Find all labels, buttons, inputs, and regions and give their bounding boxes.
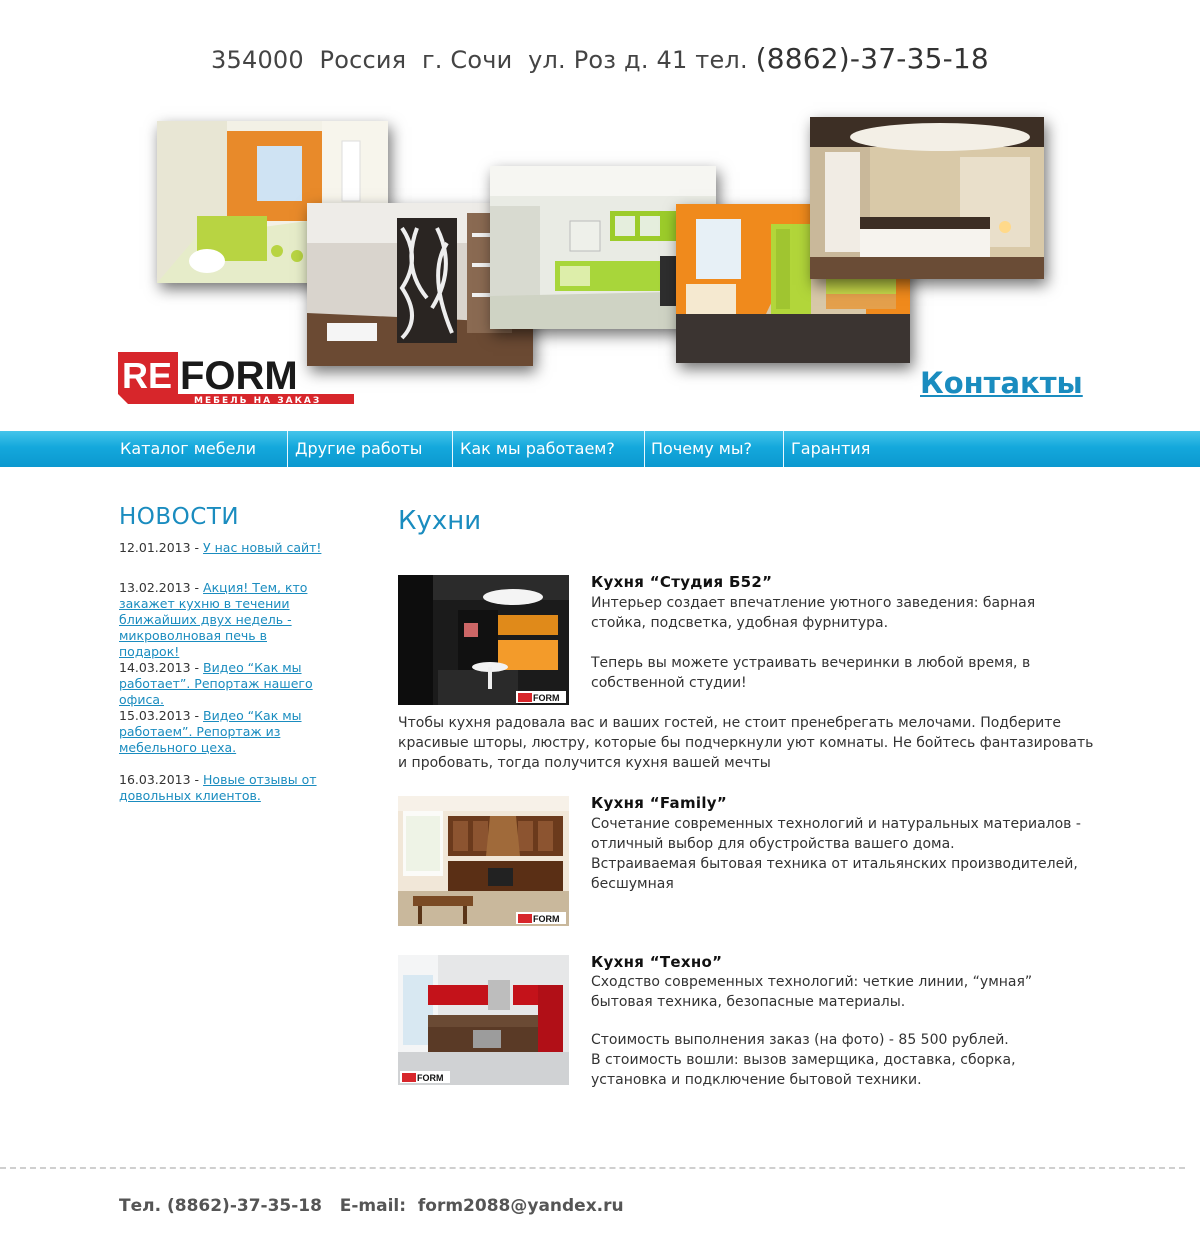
kitchen-description: Встраиваемая бытовая техника от итальянс…	[591, 856, 1078, 892]
kitchen-description: Теперь вы можете устраивать вечеринки в …	[591, 655, 1031, 691]
kitchen-photo-family[interactable]: FORM	[398, 796, 569, 926]
address-text: 354000 Россия г. Сочи ул. Роз д. 41 тел.	[211, 46, 756, 74]
page-title: Кухни	[398, 506, 482, 536]
nav-guarantee[interactable]: Гарантия	[791, 431, 870, 467]
news-item: 13.02.2013 - Акция! Тем, кто закажет кух…	[119, 580, 329, 660]
news-date: 16.03.2013 -	[119, 772, 204, 787]
nav-why-us[interactable]: Почему мы?	[651, 431, 752, 467]
news-date: 14.03.2013 -	[119, 660, 204, 675]
kitchen-photo-techno[interactable]: FORM	[398, 955, 569, 1085]
reform-logo[interactable]: RE FORM МЕБЕЛЬ НА ЗАКАЗ	[118, 352, 358, 404]
footer-phone: (8862)-37-35-18	[166, 1196, 322, 1216]
kitchen-description: Чтобы кухня радовала вас и ваших гостей,…	[398, 715, 1094, 771]
header-address: 354000 Россия г. Сочи ул. Роз д. 41 тел.…	[0, 42, 1200, 75]
nav-catalog[interactable]: Каталог мебели	[120, 431, 256, 467]
kitchen-description: Сходство современных технологий: четкие …	[591, 974, 1033, 1010]
news-title: НОВОСТИ	[119, 504, 240, 530]
kitchen-description: Стоимость выполнения заказ (на фото) - 8…	[591, 1032, 1009, 1048]
main-nav: Каталог мебели Другие работы Как мы рабо…	[0, 431, 1200, 467]
footer-divider	[0, 1167, 1185, 1169]
news-item: 12.01.2013 - У нас новый сайт!	[119, 540, 359, 556]
header-phone: (8862)-37-35-18	[755, 42, 989, 75]
kitchen-title: Кухня “Студия Б52”	[591, 573, 773, 591]
contacts-link[interactable]: Контакты	[920, 366, 1083, 400]
logo-form-text: FORM	[180, 354, 298, 398]
nav-other-works[interactable]: Другие работы	[295, 431, 422, 467]
svg-text:FORM: FORM	[417, 1073, 444, 1083]
nav-divider	[452, 431, 453, 467]
nav-how-we-work[interactable]: Как мы работаем?	[460, 431, 615, 467]
kitchen-description: Интерьер создает впечатление уютного зав…	[591, 595, 1036, 631]
news-date: 15.03.2013 -	[119, 708, 204, 723]
news-item: 15.03.2013 - Видео “Как мы работаем”. Ре…	[119, 708, 359, 756]
footer-email[interactable]: form2088@yandex.ru	[418, 1196, 624, 1216]
nav-divider	[783, 431, 784, 467]
news-link[interactable]: У нас новый сайт!	[203, 540, 321, 555]
footer-contacts: Тел. (8862)-37-35-18 E-mail: form2088@ya…	[119, 1196, 624, 1216]
logo-tagline: МЕБЕЛЬ НА ЗАКАЗ	[194, 396, 321, 404]
news-date: 13.02.2013 -	[119, 580, 204, 595]
svg-text:FORM: FORM	[533, 693, 560, 703]
footer-email-label: E-mail:	[321, 1196, 418, 1216]
logo-re-text: RE	[122, 355, 172, 396]
news-date: 12.01.2013 -	[119, 540, 204, 555]
news-item: 14.03.2013 - Видео “Как мы работает”. Ре…	[119, 660, 359, 708]
collage-photo-bedroom	[810, 117, 1044, 279]
kitchen-description: Сочетание современных технологий и натур…	[591, 816, 1081, 852]
kitchen-description: В стоимость вошли: вызов замерщика, дост…	[591, 1052, 1016, 1088]
nav-divider	[287, 431, 288, 467]
kitchen-title: Кухня “Family”	[591, 794, 728, 812]
svg-text:FORM: FORM	[533, 914, 560, 924]
kitchen-photo-studio[interactable]: FORM	[398, 575, 569, 705]
nav-divider	[644, 431, 645, 467]
footer-phone-label: Тел.	[119, 1196, 167, 1216]
news-item: 16.03.2013 - Новые отзывы от довольных к…	[119, 772, 329, 804]
kitchen-title: Кухня “Техно”	[591, 953, 723, 971]
